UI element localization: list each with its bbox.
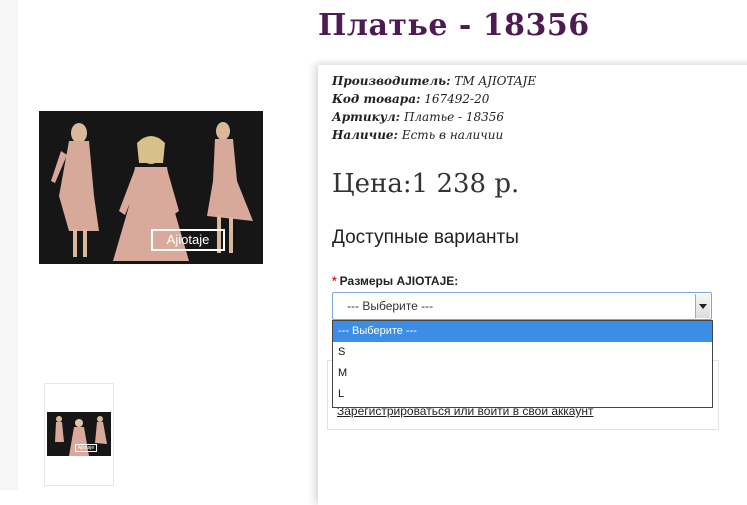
variants-heading: Доступные варианты <box>332 227 519 248</box>
article-row: Артикул: Платье - 18356 <box>332 108 536 126</box>
availability-value: Есть в наличии <box>401 128 504 142</box>
size-option-s[interactable]: S <box>333 342 712 363</box>
availability-label: Наличие: <box>332 128 398 142</box>
brand-logo-text: Ajiotaje <box>166 232 210 247</box>
product-code-row: Код товара: 167492-20 <box>332 90 536 108</box>
product-code-value: 167492-20 <box>424 92 490 106</box>
manufacturer-value: ТМ AJIOTAJE <box>454 74 537 88</box>
size-label-text: Размеры AJIOTAJE: <box>339 274 459 288</box>
product-meta: Производитель: ТМ AJIOTAJE Код товара: 1… <box>332 72 536 144</box>
manufacturer-label: Производитель: <box>332 74 451 88</box>
thumbnail-image: Ajiotaje <box>47 412 111 456</box>
price-value: 1 238 р. <box>411 169 520 199</box>
product-main-image[interactable]: Ajiotaje <box>39 111 263 264</box>
size-select[interactable]: --- Выберите --- <box>332 292 712 320</box>
size-select-value: --- Выберите --- <box>347 299 434 313</box>
product-code-label: Код товара: <box>332 92 421 106</box>
price: Цена:1 238 р. <box>332 169 519 199</box>
size-option-m[interactable]: M <box>333 363 712 384</box>
left-margin <box>0 0 18 490</box>
size-option-l[interactable]: L <box>333 384 712 405</box>
required-marker: * <box>332 274 337 288</box>
size-field-label: * Размеры AJIOTAJE: <box>332 274 458 288</box>
product-info-panel: Производитель: ТМ AJIOTAJE Код товара: 1… <box>318 65 747 505</box>
chevron-down-icon[interactable] <box>695 294 710 318</box>
article-value: Платье - 18356 <box>403 110 505 124</box>
thumbnail-brand-text: Ajiotaje <box>77 445 95 451</box>
brand-logo: Ajiotaje <box>151 229 225 251</box>
product-title: Платье - 18356 <box>318 8 590 43</box>
thumbnail-item[interactable]: Ajiotaje <box>44 383 114 486</box>
thumbnail-brand-logo: Ajiotaje <box>75 444 97 452</box>
article-label: Артикул: <box>332 110 401 124</box>
size-option-placeholder[interactable]: --- Выберите --- <box>333 321 712 342</box>
price-label: Цена: <box>332 169 412 199</box>
size-dropdown-list: --- Выберите --- S M L <box>332 320 713 408</box>
availability-row: Наличие: Есть в наличии <box>332 126 536 144</box>
manufacturer-row: Производитель: ТМ AJIOTAJE <box>332 72 536 90</box>
